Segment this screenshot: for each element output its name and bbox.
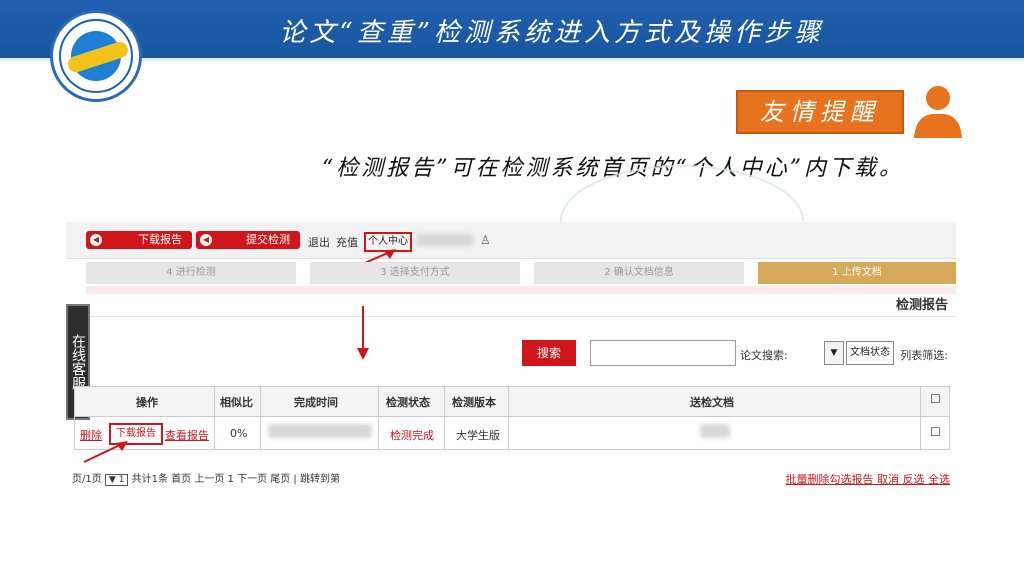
download-report-label: 下载报告 bbox=[138, 233, 182, 246]
chevron-left-icon: ◀ bbox=[90, 234, 102, 246]
page-suffix: 页/1页 bbox=[72, 474, 102, 485]
row-checkbox[interactable]: ☐ bbox=[930, 425, 941, 439]
row-version: 大学生版 bbox=[456, 429, 500, 442]
user-icon: ♙ bbox=[480, 233, 491, 247]
notice-strip bbox=[86, 286, 956, 294]
logout-link[interactable]: 退出 bbox=[308, 234, 330, 250]
system-topbar: ◀ 下载报告 ◀ 提交检测 退出 充值 bbox=[66, 222, 956, 259]
username-blurred bbox=[416, 234, 474, 246]
cancel-link[interactable]: 取消 bbox=[877, 473, 899, 486]
bulk-actions: 批量删除勾选报告 取消 反选 全选 bbox=[786, 471, 951, 487]
col-similarity: 相似比 bbox=[220, 396, 253, 409]
chevron-down-icon[interactable]: ▼ bbox=[824, 341, 844, 365]
search-button[interactable]: 搜索 bbox=[522, 340, 576, 366]
col-version: 检测版本 bbox=[452, 396, 496, 409]
reminder-badge: 友情提醒 bbox=[736, 90, 904, 134]
search-label: 论文搜索: bbox=[740, 349, 788, 362]
download-report-button[interactable]: ◀ 下载报告 bbox=[86, 231, 192, 249]
document-name-blurred bbox=[700, 424, 730, 438]
person-icon bbox=[914, 86, 962, 138]
finish-time-blurred bbox=[268, 424, 372, 438]
section-divider bbox=[86, 316, 956, 317]
col-document: 送检文档 bbox=[690, 396, 734, 409]
university-logo-icon bbox=[50, 10, 142, 102]
annotation-arrow-icon bbox=[357, 306, 369, 360]
submit-check-label: 提交检测 bbox=[246, 233, 290, 246]
step-4: 4 进行检测 bbox=[86, 262, 296, 284]
step-1: 1 上传文档 bbox=[758, 262, 956, 284]
search-input[interactable] bbox=[590, 340, 736, 366]
col-operations: 操作 bbox=[136, 396, 158, 409]
col-finish-time: 完成时间 bbox=[294, 396, 338, 409]
page-select[interactable]: ▼ 1 bbox=[104, 474, 129, 486]
progress-steps: 4 进行检测 3 选择支付方式 2 确认文档信息 1 上传文档 bbox=[86, 262, 956, 284]
banner-divider bbox=[0, 58, 1024, 61]
section-title: 检测报告 bbox=[895, 298, 948, 313]
submit-check-button[interactable]: ◀ 提交检测 bbox=[196, 231, 300, 249]
annotation-arrow-icon bbox=[83, 441, 128, 463]
step-3: 3 选择支付方式 bbox=[310, 262, 520, 284]
chevron-left-icon: ◀ bbox=[200, 234, 212, 246]
pagination: 页/1页 ▼ 1 共计1条 首页 上一页 1 下一页 尾页 | 跳转到第 bbox=[72, 470, 340, 486]
pager-text[interactable]: 共计1条 首页 上一页 1 下一页 尾页 | 跳转到第 bbox=[132, 474, 340, 485]
col-status: 检测状态 bbox=[386, 396, 430, 409]
select-all-checkbox[interactable]: ☐ bbox=[930, 392, 941, 406]
bulk-delete-link[interactable]: 批量删除勾选报告 bbox=[786, 473, 874, 486]
row-similarity: 0% bbox=[230, 427, 248, 440]
row-status: 检测完成 bbox=[390, 429, 434, 442]
select-all-link[interactable]: 全选 bbox=[928, 473, 950, 486]
filter-label: 列表筛选: bbox=[900, 349, 948, 362]
step-2: 2 确认文档信息 bbox=[534, 262, 744, 284]
view-report-link[interactable]: 查看报告 bbox=[165, 427, 209, 443]
slide-title: 论文“查重”检测系统进入方式及操作步骤 bbox=[279, 18, 824, 48]
status-select[interactable]: 文档状态 bbox=[846, 341, 894, 365]
invert-select-link[interactable]: 反选 bbox=[903, 473, 925, 486]
